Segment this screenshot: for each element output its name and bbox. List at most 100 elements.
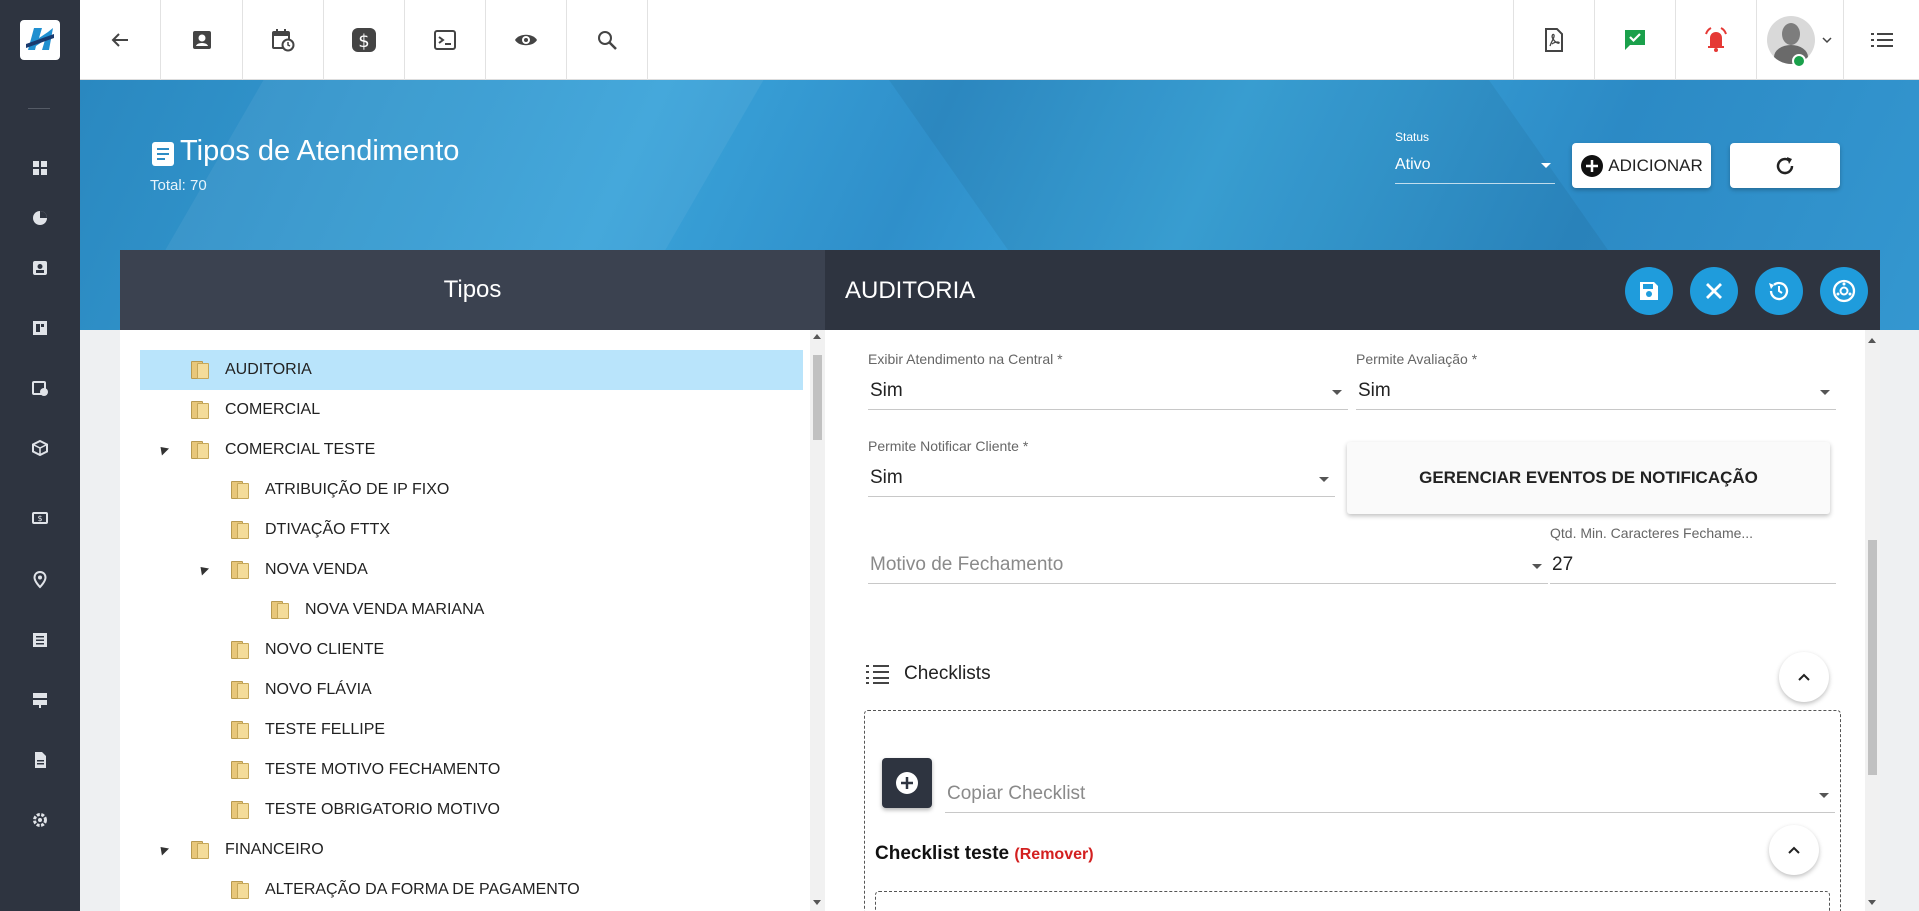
calendar-clock-icon[interactable] (28, 376, 52, 400)
tree-item[interactable]: DTIVAÇÃO FTTX (231, 510, 791, 550)
search-button[interactable] (567, 0, 648, 80)
options-button[interactable] (1820, 267, 1868, 315)
gear-icon[interactable] (28, 808, 52, 832)
remove-checklist-link[interactable]: (Remover) (1014, 846, 1093, 863)
refresh-button[interactable] (1730, 143, 1840, 188)
tree-item-label: COMERCIAL (225, 401, 321, 418)
permite-notificar-value: Sim (870, 467, 903, 488)
qtd-min-caracteres-input[interactable]: 27 (1550, 548, 1836, 584)
list-document-icon[interactable] (28, 628, 52, 652)
history-button[interactable] (1755, 267, 1803, 315)
dropdown-caret-icon (1332, 390, 1342, 395)
tree-item-label: NOVO FLÁVIA (265, 681, 372, 698)
tree-item-label: COMERCIAL TESTE (225, 441, 376, 458)
map-pin-icon[interactable] (28, 568, 52, 592)
tree-item[interactable]: NOVA VENDA (231, 550, 791, 590)
dropdown-caret-icon (1820, 390, 1830, 395)
tree-item[interactable]: COMERCIAL (191, 390, 791, 430)
document-icon (152, 142, 174, 166)
folder-icon (231, 481, 251, 499)
tree-item[interactable]: NOVA VENDA MARIANA (271, 590, 791, 630)
qtd-min-caracteres-value: 27 (1552, 554, 1574, 575)
tree-expander-icon[interactable] (156, 843, 170, 856)
qtd-min-caracteres-label: Qtd. Min. Caracteres Fechame... (1550, 525, 1754, 541)
motivo-fechamento-select[interactable]: Motivo de Fechamento (868, 548, 1548, 584)
back-button[interactable] (80, 0, 161, 80)
tree-item[interactable]: NOVO CLIENTE (231, 630, 791, 670)
folder-icon (231, 761, 251, 779)
tree-item-label: ATRIBUIÇÃO DE IP FIXO (265, 481, 450, 498)
package-icon[interactable] (28, 436, 52, 460)
exibir-central-value: Sim (870, 380, 903, 401)
pie-chart-icon[interactable] (28, 206, 52, 230)
server-icon[interactable] (28, 688, 52, 712)
dashboard-icon[interactable] (28, 156, 52, 180)
tree-item[interactable]: AUDITORIA (140, 350, 803, 390)
collapse-checklists-button[interactable] (1779, 652, 1829, 702)
checklist-item-title: Checklist teste (Remover) (875, 843, 1094, 865)
checklist-name: Checklist teste (875, 843, 1010, 864)
page-title: Tipos de Atendimento (180, 135, 460, 167)
tree-item[interactable]: FINANCEIRO (191, 830, 791, 870)
folder-icon (231, 521, 251, 539)
tree-item-label: AUDITORIA (225, 361, 312, 378)
exibir-central-select[interactable]: Sim (868, 374, 1348, 410)
folder-icon (231, 801, 251, 819)
contact-card-icon[interactable] (28, 256, 52, 280)
tree-item[interactable]: ALTERAÇÃO DA FORMA DE PAGAMENTO (231, 870, 791, 910)
money-icon[interactable]: $ (28, 506, 52, 530)
contacts-button[interactable] (162, 0, 243, 80)
history-icon (1769, 281, 1789, 301)
tasks-button[interactable] (1594, 0, 1675, 80)
pdf-button[interactable] (1513, 0, 1594, 80)
form-scrollbar[interactable] (1865, 330, 1880, 911)
layout-icon[interactable] (28, 316, 52, 340)
tree-item[interactable]: TESTE FELLIPE (231, 710, 791, 750)
tree-header: Tipos (120, 250, 825, 330)
folder-icon (231, 881, 251, 899)
copy-checklist-select[interactable]: Copiar Checklist (945, 777, 1835, 813)
save-button[interactable] (1625, 267, 1673, 315)
tree-item-label: FINANCEIRO (225, 841, 324, 858)
permite-notificar-select[interactable]: Sim (868, 461, 1335, 497)
add-circle-icon (1581, 154, 1604, 177)
settings-circle-icon (1832, 279, 1856, 303)
app-logo[interactable] (20, 20, 60, 60)
main-menu-button[interactable] (1843, 0, 1919, 80)
tree-item[interactable]: COMERCIAL TESTE (191, 430, 791, 470)
permite-avaliacao-value: Sim (1358, 380, 1391, 401)
dropdown-caret-icon (1319, 477, 1329, 482)
tree-expander-icon[interactable] (156, 443, 170, 456)
chat-check-icon (1625, 30, 1645, 50)
manage-notification-events-button[interactable]: GERENCIAR EVENTOS DE NOTIFICAÇÃO (1347, 442, 1830, 514)
permite-avaliacao-select[interactable]: Sim (1356, 374, 1836, 410)
tree-expander-icon[interactable] (196, 563, 210, 576)
add-button-label: ADICIONAR (1608, 155, 1703, 175)
detail-form-panel: Exibir Atendimento na Central * Sim Perm… (825, 330, 1880, 911)
cancel-button[interactable] (1690, 267, 1738, 315)
calendar-clock-icon (272, 29, 295, 52)
tree-item[interactable]: NOVO FLÁVIA (231, 670, 791, 710)
dropdown-caret-icon (1819, 793, 1829, 798)
tree-item[interactable]: TESTE MOTIVO FECHAMENTO (231, 750, 791, 790)
user-menu[interactable] (1756, 0, 1843, 80)
detail-title: AUDITORIA (845, 277, 976, 304)
alerts-button[interactable] (1675, 0, 1756, 80)
status-select[interactable]: Ativo (1395, 150, 1555, 184)
file-icon[interactable] (28, 748, 52, 772)
search-icon (598, 31, 617, 50)
tree-item[interactable]: TESTE OBRIGATORIO MOTIVO (231, 790, 791, 830)
finance-button[interactable]: $ (324, 0, 405, 80)
view-button[interactable] (486, 0, 567, 80)
collapse-checklist-item-button[interactable] (1769, 825, 1819, 875)
terminal-button[interactable] (405, 0, 486, 80)
tree-item[interactable]: ATRIBUIÇÃO DE IP FIXO (231, 470, 791, 510)
alarm-bell-icon (1705, 27, 1727, 52)
contact-card-icon (193, 31, 211, 49)
add-button[interactable]: ADICIONAR (1572, 143, 1711, 188)
schedule-button[interactable] (243, 0, 324, 80)
chevron-up-icon (1798, 673, 1810, 681)
tree-scrollbar[interactable] (810, 330, 825, 911)
folder-icon (231, 721, 251, 739)
add-checklist-button[interactable] (882, 758, 932, 808)
